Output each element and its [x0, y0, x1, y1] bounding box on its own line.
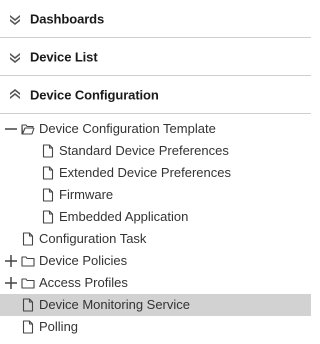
tree-item-label: Polling — [39, 319, 79, 334]
tree-item-device-policies[interactable]: Device Policies — [0, 250, 311, 272]
file-icon — [22, 232, 34, 246]
file-icon — [42, 144, 54, 158]
tree-item-label: Standard Device Preferences — [59, 143, 229, 158]
tree-item-device-configuration-template[interactable]: Device Configuration Template — [0, 118, 311, 140]
plus-icon[interactable] — [4, 254, 18, 268]
section-device-list[interactable]: Device List — [0, 38, 311, 76]
tree-item-polling[interactable]: Polling — [0, 316, 311, 338]
chevron-double-down-icon — [10, 52, 20, 63]
tree-item-label: Configuration Task — [39, 231, 147, 246]
tree-item-extended-device-preferences[interactable]: Extended Device Preferences — [0, 162, 311, 184]
section-label: Device List — [30, 49, 98, 64]
section-label: Device Configuration — [30, 87, 159, 102]
file-icon — [22, 320, 34, 334]
plus-icon[interactable] — [4, 276, 18, 290]
file-icon — [42, 210, 54, 224]
folder-icon — [21, 256, 35, 267]
chevron-double-down-icon — [10, 14, 20, 25]
folder-icon — [21, 278, 35, 289]
section-dashboards[interactable]: Dashboards — [0, 0, 311, 38]
tree-item-label: Extended Device Preferences — [59, 165, 231, 180]
tree-item-label: Embedded Application — [59, 209, 189, 224]
file-icon — [22, 298, 34, 312]
section-label: Dashboards — [30, 11, 105, 26]
tree-item-configuration-task[interactable]: Configuration Task — [0, 228, 311, 250]
device-configuration-tree: Device Configuration Template Standard D… — [0, 118, 311, 338]
minus-icon[interactable] — [4, 122, 18, 136]
navigation-panel: Dashboards Device List Device Configurat… — [0, 0, 311, 338]
tree-item-device-monitoring-service[interactable]: Device Monitoring Service — [0, 294, 311, 316]
tree-item-label: Access Profiles — [39, 275, 128, 290]
file-icon — [42, 188, 54, 202]
tree-item-access-profiles[interactable]: Access Profiles — [0, 272, 311, 294]
tree-item-label: Device Policies — [39, 253, 128, 268]
file-icon — [42, 166, 54, 180]
tree-item-label: Firmware — [59, 187, 114, 202]
folder-open-icon — [21, 124, 35, 135]
tree-item-standard-device-preferences[interactable]: Standard Device Preferences — [0, 140, 311, 162]
tree-item-embedded-application[interactable]: Embedded Application — [0, 206, 311, 228]
section-device-configuration[interactable]: Device Configuration — [0, 76, 311, 114]
tree-item-label: Device Configuration Template — [39, 121, 216, 136]
tree-item-label: Device Monitoring Service — [39, 297, 191, 312]
tree-item-firmware[interactable]: Firmware — [0, 184, 311, 206]
chevron-double-up-icon — [10, 88, 20, 99]
